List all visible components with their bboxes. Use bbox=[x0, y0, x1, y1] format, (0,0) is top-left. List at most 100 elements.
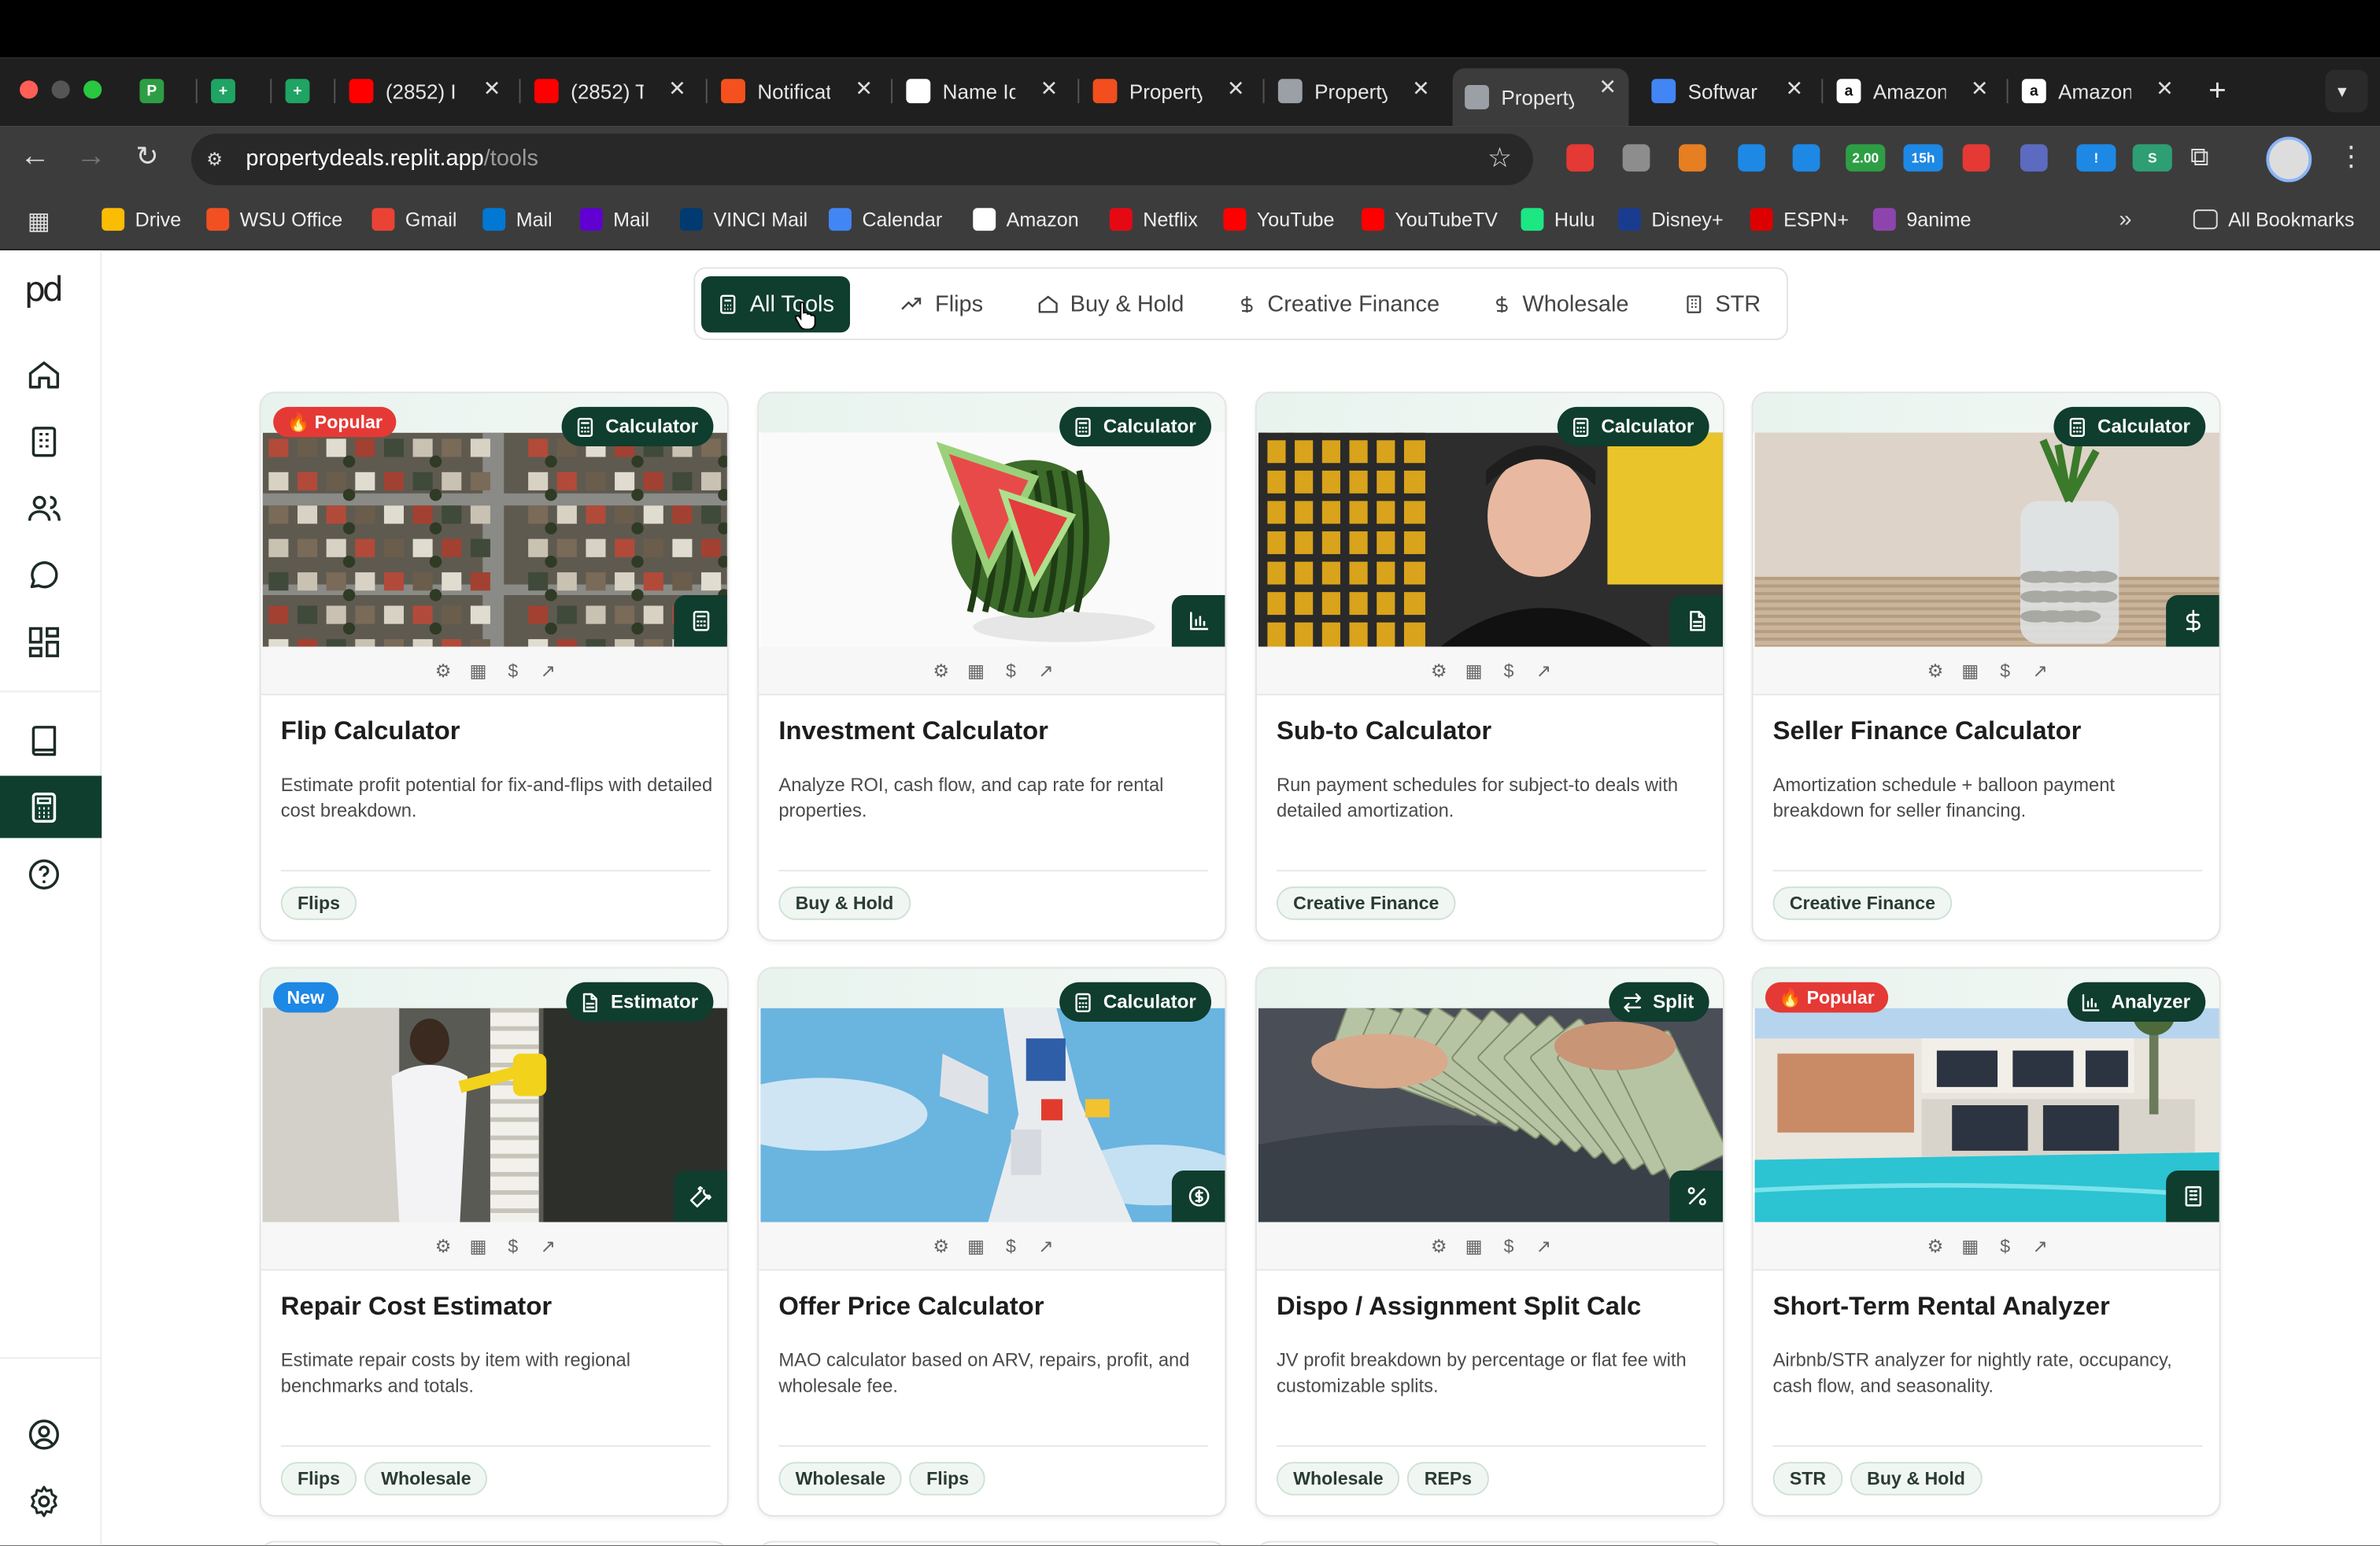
help-circle-icon[interactable] bbox=[26, 856, 62, 893]
url-text[interactable]: propertydeals.replit.app/tools bbox=[246, 146, 538, 172]
extension-icon[interactable] bbox=[1622, 144, 1650, 172]
bookmark-item[interactable]: Hulu bbox=[1521, 208, 1595, 231]
maximize-window-button[interactable] bbox=[83, 80, 102, 99]
tab-close-icon[interactable]: ✕ bbox=[1412, 76, 1430, 102]
card-tag[interactable]: STR bbox=[1772, 1462, 1843, 1496]
bookmark-item[interactable]: Mail bbox=[482, 208, 552, 231]
card-tag[interactable]: REPs bbox=[1407, 1462, 1489, 1496]
tab-close-icon[interactable]: ✕ bbox=[1598, 75, 1617, 101]
browser-tab[interactable]: Property ✕ bbox=[1452, 68, 1629, 127]
browser-tab[interactable]: Property ✕ bbox=[1081, 70, 1257, 113]
back-icon[interactable]: ← bbox=[17, 139, 53, 174]
browser-tab[interactable]: Property ✕ bbox=[1266, 70, 1442, 113]
new-tab-button[interactable]: + bbox=[2201, 70, 2240, 113]
close-window-button[interactable] bbox=[20, 80, 39, 99]
bookmark-item[interactable]: Disney+ bbox=[1617, 208, 1724, 231]
home-icon[interactable] bbox=[26, 357, 62, 393]
card-tag[interactable]: Creative Finance bbox=[1276, 886, 1456, 920]
browser-tab[interactable]: Notificat ✕ bbox=[709, 70, 885, 113]
bookmark-item[interactable]: Netflix bbox=[1109, 208, 1198, 231]
filter-creative-finance[interactable]: Creative Finance bbox=[1222, 276, 1455, 332]
tool-card[interactable]: Calculator 🔥 Popular ⚙ ▦ $ ↗ Flip Calculator Es… bbox=[259, 391, 729, 941]
extension-icon[interactable]: S bbox=[2132, 144, 2172, 172]
tab-close-icon[interactable]: ✕ bbox=[1227, 76, 1245, 102]
tool-card[interactable]: Calculator ⚙ ▦ $ ↗ Investment Calculator Analy… bbox=[757, 391, 1227, 941]
tool-card[interactable]: Split ⚙ ▦ $ ↗ Dispo / Assignment Split Calc JV… bbox=[1255, 967, 1724, 1517]
chat-bubble-icon[interactable] bbox=[26, 557, 62, 594]
tool-card[interactable]: Analyzer 🔥 Popular ⚙ ▦ $ ↗ Short-Term Rental A… bbox=[1751, 967, 2221, 1517]
bookmark-item[interactable]: Gmail bbox=[371, 208, 456, 231]
card-tag[interactable]: Flips bbox=[280, 886, 357, 920]
card-tag[interactable]: Buy & Hold bbox=[1850, 1462, 1983, 1496]
tab-close-icon[interactable]: ✕ bbox=[1786, 76, 1804, 102]
filter-all-tools[interactable]: All Tools bbox=[701, 276, 850, 333]
browser-tab[interactable]: Softwar ✕ bbox=[1639, 70, 1816, 113]
extension-icon[interactable] bbox=[1962, 144, 1990, 172]
more-bookmarks-chevron-icon[interactable]: » bbox=[2119, 206, 2131, 232]
browser-tab[interactable]: a Amazon ✕ bbox=[2009, 70, 2186, 113]
forward-icon[interactable]: → bbox=[73, 139, 109, 174]
extension-icon[interactable] bbox=[1738, 144, 1765, 172]
all-bookmarks[interactable]: All Bookmarks bbox=[2193, 208, 2354, 231]
tool-card[interactable]: Calculator ⚙ ▦ $ ↗ Seller Finance Calculator A… bbox=[1751, 391, 2221, 941]
tab-close-icon[interactable]: ✕ bbox=[483, 76, 501, 102]
extension-icon[interactable]: 15h bbox=[1903, 144, 1943, 172]
browser-tab[interactable]: (2852) I ✕ bbox=[337, 70, 513, 113]
dashboard-grid-icon[interactable] bbox=[26, 624, 62, 660]
calculator-icon[interactable] bbox=[26, 790, 62, 826]
card-tag[interactable]: Wholesale bbox=[778, 1462, 903, 1496]
users-icon[interactable] bbox=[26, 490, 62, 527]
bookmark-star-icon[interactable]: ☆ bbox=[1488, 142, 1512, 175]
card-tag[interactable]: Flips bbox=[280, 1462, 357, 1496]
tab-close-icon[interactable]: ✕ bbox=[1040, 76, 1059, 102]
extensions-puzzle-icon[interactable]: ⧉ bbox=[2190, 142, 2208, 173]
app-logo[interactable]: pd bbox=[24, 272, 64, 309]
bookmark-item[interactable]: VINCI Mail bbox=[680, 208, 808, 231]
profile-avatar[interactable] bbox=[2266, 136, 2312, 183]
extension-icon[interactable]: 2.00 bbox=[1846, 144, 1886, 172]
extension-icon[interactable]: ! bbox=[2076, 144, 2116, 172]
bookmark-item[interactable]: Mail bbox=[579, 208, 649, 231]
book-icon[interactable] bbox=[26, 723, 62, 759]
bookmark-item[interactable]: WSU Office bbox=[206, 208, 342, 231]
tab-close-icon[interactable]: ✕ bbox=[1971, 76, 1989, 102]
bookmark-item[interactable]: Calendar bbox=[829, 208, 942, 231]
reload-icon[interactable]: ↻ bbox=[129, 141, 165, 173]
tab-close-icon[interactable]: ✕ bbox=[2156, 76, 2174, 102]
filter-flips[interactable]: Flips bbox=[883, 276, 998, 332]
card-tag[interactable]: Flips bbox=[909, 1462, 986, 1496]
bookmark-item[interactable]: ESPN+ bbox=[1750, 208, 1849, 231]
tool-card[interactable]: Estimator New ⚙ ▦ $ ↗ Repair Cost Estimator Est… bbox=[259, 967, 729, 1517]
browser-tab[interactable]: Name Id ✕ bbox=[894, 70, 1070, 113]
bookmark-item[interactable]: Drive bbox=[102, 208, 181, 231]
card-tag[interactable]: Creative Finance bbox=[1772, 886, 1953, 920]
tab-close-icon[interactable]: ✕ bbox=[855, 76, 873, 102]
tool-card[interactable]: Calculator ⚙ ▦ $ ↗ Sub-to Calculator Run payme… bbox=[1255, 391, 1724, 941]
tab-search-chevron-icon[interactable]: ▾ bbox=[2325, 69, 2368, 113]
tab-close-icon[interactable]: ✕ bbox=[668, 76, 686, 102]
site-settings-icon[interactable]: ⚙ bbox=[206, 149, 227, 170]
card-tag[interactable]: Buy & Hold bbox=[778, 886, 911, 920]
browser-tab[interactable]: + bbox=[273, 70, 334, 113]
minimize-window-button[interactable] bbox=[51, 80, 70, 99]
menu-kebab-icon[interactable]: ⋮ bbox=[2338, 141, 2365, 173]
extension-icon[interactable] bbox=[1792, 144, 1820, 172]
bookmark-item[interactable]: YouTubeTV bbox=[1361, 208, 1498, 231]
browser-tab[interactable]: a Amazon ✕ bbox=[1824, 70, 2001, 113]
filter-wholesale[interactable]: Wholesale bbox=[1477, 276, 1644, 332]
filter-str[interactable]: STR bbox=[1669, 276, 1776, 332]
extension-icon[interactable] bbox=[1679, 144, 1706, 172]
bookmark-item[interactable]: 9anime bbox=[1872, 208, 1972, 231]
browser-tab[interactable]: (2852) T ✕ bbox=[522, 70, 698, 113]
bookmark-item[interactable]: YouTube bbox=[1223, 208, 1334, 231]
extension-icon[interactable] bbox=[1566, 144, 1595, 172]
card-tag[interactable]: Wholesale bbox=[1276, 1462, 1400, 1496]
card-tag[interactable]: Wholesale bbox=[364, 1462, 488, 1496]
apps-grid-icon[interactable]: ▦ bbox=[28, 206, 55, 235]
account-circle-icon[interactable] bbox=[26, 1416, 62, 1452]
bookmark-item[interactable]: Amazon bbox=[973, 208, 1079, 231]
settings-gear-icon[interactable] bbox=[26, 1483, 62, 1519]
filter-buy-and-hold[interactable]: Buy & Hold bbox=[1022, 276, 1199, 332]
building-icon[interactable] bbox=[26, 423, 62, 460]
extension-icon[interactable] bbox=[2020, 144, 2048, 172]
